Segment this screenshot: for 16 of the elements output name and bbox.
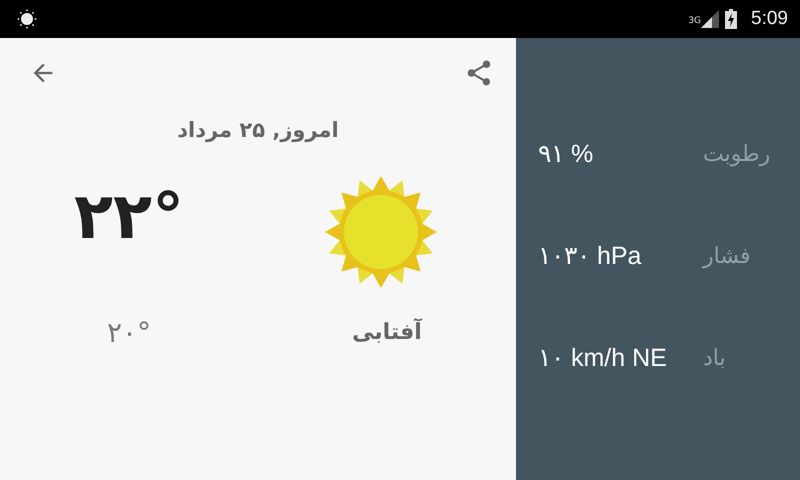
detail-value: ۱۰ km/h NE [538, 343, 668, 373]
detail-label: فشار [703, 244, 750, 268]
detail-value: ۹۱ % [538, 139, 594, 169]
network-type: 3G [688, 16, 702, 26]
clock: 5:09 [751, 8, 788, 30]
detail-label: رطوبت [703, 142, 770, 166]
signal-icon [701, 10, 720, 28]
date-text: امروز, ۲۵ مرداد [176, 118, 340, 142]
weather-condition: آفتابی [352, 320, 422, 344]
brightness-icon [17, 9, 37, 29]
battery-icon [725, 9, 738, 29]
temperature: ۲۲° [74, 180, 184, 254]
detail-label: باد [703, 346, 726, 370]
sun-icon [324, 175, 438, 289]
detail-value: ۱۰۳۰ hPa [538, 241, 642, 271]
secondary-temperature: ۲۰° [106, 316, 152, 348]
